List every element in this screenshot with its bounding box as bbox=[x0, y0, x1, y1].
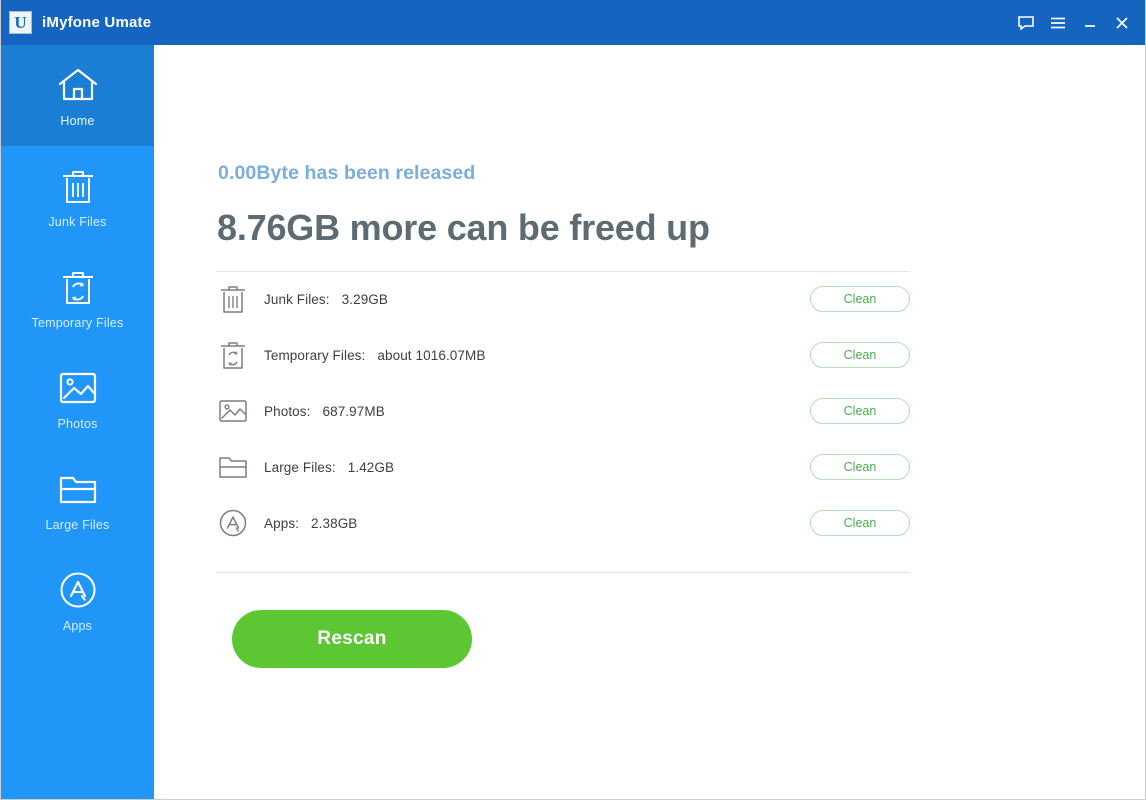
list-item: Large Files: 1.42GB Clean bbox=[216, 439, 910, 495]
sidebar-item-label: Temporary Files bbox=[31, 316, 124, 330]
list-item-text: Junk Files: 3.29GB bbox=[264, 292, 388, 307]
sidebar-item-photos[interactable]: Photos bbox=[1, 348, 154, 449]
list-item: Temporary Files: about 1016.07MB Clean bbox=[216, 327, 910, 383]
photo-icon bbox=[216, 394, 250, 428]
sidebar-item-label: Apps bbox=[62, 619, 93, 633]
list-item-text: Photos: 687.97MB bbox=[264, 404, 385, 419]
list-item-label: Temporary Files: bbox=[264, 347, 366, 363]
list-item-label: Junk Files: bbox=[264, 291, 330, 307]
window-body: Home Junk Files Temporary Files Photos L… bbox=[1, 45, 1145, 799]
list-item: Junk Files: 3.29GB Clean bbox=[216, 271, 910, 327]
folder-icon bbox=[56, 467, 100, 511]
menu-icon[interactable] bbox=[1049, 14, 1067, 32]
window-controls bbox=[1017, 0, 1131, 45]
minimize-icon[interactable] bbox=[1081, 14, 1099, 32]
app-logo-letter: U bbox=[14, 13, 27, 32]
folder-icon bbox=[216, 450, 250, 484]
list-item: Photos: 687.97MB Clean bbox=[216, 383, 910, 439]
list-item-text: Large Files: 1.42GB bbox=[264, 460, 394, 475]
trash-icon bbox=[216, 282, 250, 316]
sidebar: Home Junk Files Temporary Files Photos L… bbox=[1, 45, 154, 799]
sidebar-item-label: Home bbox=[60, 114, 95, 128]
sidebar-item-apps[interactable]: Apps bbox=[1, 550, 154, 651]
app-window: U iMyfone Umate Home Junk Files Temporar… bbox=[0, 0, 1146, 800]
recycle-trash-icon bbox=[56, 265, 100, 309]
sidebar-item-label: Large Files bbox=[45, 518, 110, 532]
photo-icon bbox=[56, 366, 100, 410]
clean-button[interactable]: Clean bbox=[810, 454, 910, 480]
title-bar: U iMyfone Umate bbox=[1, 0, 1145, 45]
sidebar-item-temporary-files[interactable]: Temporary Files bbox=[1, 247, 154, 348]
list-item-value: about 1016.07MB bbox=[377, 347, 486, 363]
clean-button[interactable]: Clean bbox=[810, 510, 910, 536]
list-item-value: 687.97MB bbox=[322, 403, 385, 419]
home-icon bbox=[56, 63, 100, 107]
sidebar-item-junk-files[interactable]: Junk Files bbox=[1, 146, 154, 247]
sidebar-item-label: Photos bbox=[57, 417, 98, 431]
released-status-text: 0.00Byte has been released bbox=[218, 162, 476, 184]
list-item-label: Photos: bbox=[264, 403, 311, 419]
clean-button[interactable]: Clean bbox=[810, 286, 910, 312]
category-list: Junk Files: 3.29GB Clean Temporary Files… bbox=[216, 271, 910, 551]
main-content: 0.00Byte has been released 8.76GB more c… bbox=[154, 45, 1145, 799]
clean-button[interactable]: Clean bbox=[810, 398, 910, 424]
app-logo: U bbox=[9, 11, 32, 34]
app-title: iMyfone Umate bbox=[42, 14, 152, 31]
list-item-text: Temporary Files: about 1016.07MB bbox=[264, 348, 485, 363]
appstore-icon bbox=[216, 506, 250, 540]
list-item-label: Apps: bbox=[264, 515, 300, 531]
trash-icon bbox=[56, 164, 100, 208]
list-item-label: Large Files: bbox=[264, 459, 336, 475]
list-item-value: 3.29GB bbox=[341, 291, 389, 307]
list-item-value: 2.38GB bbox=[311, 515, 358, 531]
sidebar-item-large-files[interactable]: Large Files bbox=[1, 449, 154, 550]
appstore-icon bbox=[56, 568, 100, 612]
feedback-icon[interactable] bbox=[1017, 14, 1035, 32]
page-title: 8.76GB more can be freed up bbox=[217, 207, 710, 248]
close-icon[interactable] bbox=[1113, 14, 1131, 32]
rescan-button[interactable]: Rescan bbox=[232, 610, 472, 668]
list-item: Apps: 2.38GB Clean bbox=[216, 495, 910, 551]
sidebar-item-home[interactable]: Home bbox=[1, 45, 154, 146]
divider-bottom bbox=[216, 572, 910, 573]
recycle-trash-icon bbox=[216, 338, 250, 372]
list-item-text: Apps: 2.38GB bbox=[264, 516, 357, 531]
sidebar-item-label: Junk Files bbox=[48, 215, 107, 229]
list-item-value: 1.42GB bbox=[347, 459, 395, 475]
clean-button[interactable]: Clean bbox=[810, 342, 910, 368]
